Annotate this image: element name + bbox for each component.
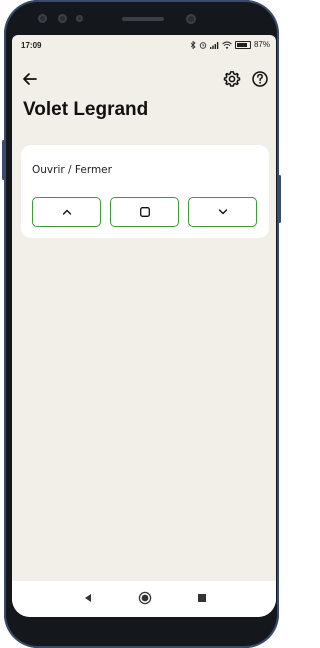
chevron-up-icon bbox=[62, 209, 71, 215]
top-app-bar bbox=[12, 65, 276, 93]
front-camera-icon bbox=[38, 14, 47, 23]
shutter-control-card: Ouvrir / Fermer bbox=[21, 145, 269, 238]
chevron-down-icon bbox=[218, 209, 227, 215]
nav-recents-button[interactable] bbox=[194, 590, 210, 606]
power-button bbox=[278, 175, 281, 223]
stop-button[interactable] bbox=[110, 197, 179, 227]
sensor-icon bbox=[58, 14, 67, 23]
nav-home-circle-icon bbox=[138, 591, 152, 605]
nav-back-triangle-icon bbox=[85, 594, 91, 602]
camera-lens-icon bbox=[186, 14, 196, 24]
stop-square-icon bbox=[139, 207, 150, 217]
page-title: Volet Legrand bbox=[23, 99, 149, 120]
back-button[interactable] bbox=[20, 69, 40, 89]
nav-recents-square-icon bbox=[198, 594, 206, 602]
battery-percent: 87% bbox=[253, 40, 270, 49]
arrow-left-icon bbox=[23, 73, 37, 85]
help-button[interactable] bbox=[250, 69, 270, 89]
close-down-button[interactable] bbox=[188, 197, 257, 227]
card-label: Ouvrir / Fermer bbox=[32, 164, 112, 176]
wifi-icon bbox=[222, 41, 232, 49]
status-icons: 87% bbox=[190, 40, 270, 49]
gear-icon bbox=[223, 71, 241, 87]
nav-home-button[interactable] bbox=[137, 590, 153, 606]
open-up-button[interactable] bbox=[32, 197, 101, 227]
app-screen: 17:09 87% Volet Legrand Ouvrir / Fermer bbox=[12, 35, 276, 617]
bluetooth-icon bbox=[190, 40, 196, 49]
status-time: 17:09 bbox=[21, 41, 42, 50]
earpiece-speaker bbox=[122, 17, 164, 21]
signal-icon bbox=[209, 41, 219, 49]
alarm-icon bbox=[199, 41, 207, 49]
sensor-icon bbox=[76, 15, 83, 22]
help-circle-icon bbox=[252, 71, 268, 87]
system-navigation-bar bbox=[12, 581, 276, 617]
battery-icon bbox=[234, 40, 251, 49]
phone-frame: 17:09 87% Volet Legrand Ouvrir / Fermer bbox=[2, 0, 281, 648]
volume-button bbox=[2, 140, 5, 180]
status-bar: 17:09 87% bbox=[12, 35, 276, 55]
nav-back-button[interactable] bbox=[80, 590, 96, 606]
settings-button[interactable] bbox=[222, 69, 242, 89]
